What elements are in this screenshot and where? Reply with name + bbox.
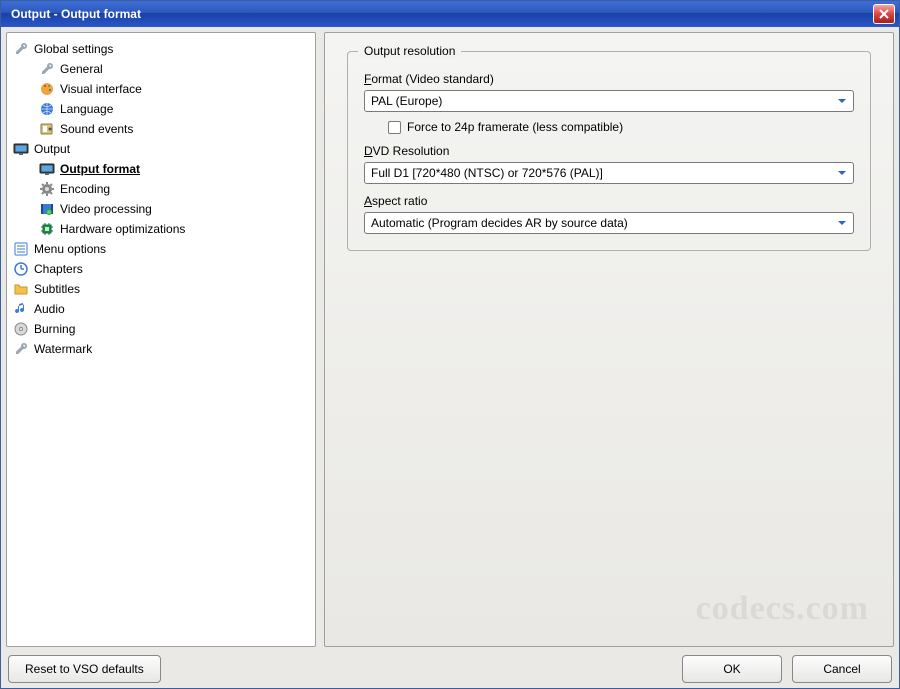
reset-defaults-label: Reset to VSO defaults (25, 662, 144, 676)
tree-item-hardware-optimizations[interactable]: Hardware optimizations (11, 219, 311, 239)
close-button[interactable] (873, 4, 895, 24)
music-note-icon (13, 301, 29, 317)
tree-label: Watermark (34, 342, 92, 356)
tree-label: Visual interface (60, 82, 142, 96)
chevron-down-icon (833, 164, 851, 182)
ok-button[interactable]: OK (682, 655, 782, 683)
format-combobox[interactable]: PAL (Europe) (364, 90, 854, 112)
format-value: PAL (Europe) (371, 94, 833, 108)
aspect-mnemonic: A (364, 194, 372, 208)
tree-item-chapters[interactable]: Chapters (11, 259, 311, 279)
dvd-label-rest: VD Resolution (373, 144, 450, 158)
ok-label: OK (723, 662, 740, 676)
palette-icon (39, 81, 55, 97)
dvd-resolution-combobox[interactable]: Full D1 [720*480 (NTSC) or 720*576 (PAL)… (364, 162, 854, 184)
aspect-label-rest: spect ratio (372, 194, 427, 208)
tree-item-global-settings[interactable]: Global settings (11, 39, 311, 59)
format-label-rest: ormat (Video standard) (371, 72, 494, 86)
tree-item-output[interactable]: Output (11, 139, 311, 159)
group-legend: Output resolution (358, 44, 461, 58)
tree-label: Menu options (34, 242, 106, 256)
tree-label: Encoding (60, 182, 110, 196)
tree-item-visual-interface[interactable]: Visual interface (11, 79, 311, 99)
tree-item-subtitles[interactable]: Subtitles (11, 279, 311, 299)
aspect-ratio-value: Automatic (Program decides AR by source … (371, 216, 833, 230)
format-label: Format (Video standard) (364, 72, 854, 86)
tree-label: Audio (34, 302, 65, 316)
settings-tree[interactable]: Global settings General Visual interface (6, 32, 316, 647)
list-icon (13, 241, 29, 257)
tree-item-audio[interactable]: Audio (11, 299, 311, 319)
tree-label: Subtitles (34, 282, 80, 296)
tree-item-encoding[interactable]: Encoding (11, 179, 311, 199)
tree-item-watermark[interactable]: Watermark (11, 339, 311, 359)
tree-label: Chapters (34, 262, 83, 276)
background-watermark: codecs.com (696, 590, 869, 628)
window-title: Output - Output format (11, 7, 141, 21)
wrench-icon (13, 41, 29, 57)
chevron-down-icon (833, 214, 851, 232)
titlebar: Output - Output format (1, 1, 899, 27)
button-row: Reset to VSO defaults OK Cancel (6, 655, 894, 683)
dialog-window: Output - Output format Global settings (0, 0, 900, 689)
dvd-resolution-label: DVD Resolution (364, 144, 854, 158)
tree-label: Sound events (60, 122, 133, 136)
chevron-down-icon (833, 92, 851, 110)
cancel-label: Cancel (823, 662, 860, 676)
output-resolution-group: Output resolution Format (Video standard… (347, 51, 871, 251)
monitor-icon (39, 161, 55, 177)
aspect-ratio-combobox[interactable]: Automatic (Program decides AR by source … (364, 212, 854, 234)
ok-cancel-group: OK Cancel (682, 655, 892, 683)
gear-icon (39, 181, 55, 197)
dvd-mnemonic: D (364, 144, 373, 158)
force-24p-checkbox[interactable] (388, 121, 401, 134)
close-icon (879, 9, 889, 19)
clock-icon (13, 261, 29, 277)
chip-icon (39, 221, 55, 237)
reset-defaults-button[interactable]: Reset to VSO defaults (8, 655, 161, 683)
tree-item-menu-options[interactable]: Menu options (11, 239, 311, 259)
tree-item-language[interactable]: Language (11, 99, 311, 119)
globe-icon (39, 101, 55, 117)
monitor-icon (13, 141, 29, 157)
content-panel: Output resolution Format (Video standard… (324, 32, 894, 647)
tree-item-burning[interactable]: Burning (11, 319, 311, 339)
main-area: Global settings General Visual interface (6, 32, 894, 647)
wrench-icon (13, 341, 29, 357)
tree-item-video-processing[interactable]: Video processing (11, 199, 311, 219)
film-icon (39, 201, 55, 217)
tree-item-output-format[interactable]: Output format (11, 159, 311, 179)
tree-label: Video processing (60, 202, 152, 216)
tree-item-sound-events[interactable]: Sound events (11, 119, 311, 139)
tree-label: Output (34, 142, 70, 156)
tree-label: Language (60, 102, 113, 116)
folder-icon (13, 281, 29, 297)
tree-item-general[interactable]: General (11, 59, 311, 79)
aspect-ratio-label: Aspect ratio (364, 194, 854, 208)
disc-icon (13, 321, 29, 337)
wrench-icon (39, 61, 55, 77)
tree-label: Hardware optimizations (60, 222, 185, 236)
force-24p-label: Force to 24p framerate (less compatible) (407, 120, 623, 134)
tree-label: General (60, 62, 103, 76)
tree-label: Global settings (34, 42, 113, 56)
cancel-button[interactable]: Cancel (792, 655, 892, 683)
speaker-icon (39, 121, 55, 137)
dvd-resolution-value: Full D1 [720*480 (NTSC) or 720*576 (PAL)… (371, 166, 833, 180)
tree-label: Output format (60, 162, 140, 176)
force-24p-row: Force to 24p framerate (less compatible) (388, 120, 854, 134)
dialog-body: Global settings General Visual interface (1, 27, 899, 688)
tree-label: Burning (34, 322, 75, 336)
